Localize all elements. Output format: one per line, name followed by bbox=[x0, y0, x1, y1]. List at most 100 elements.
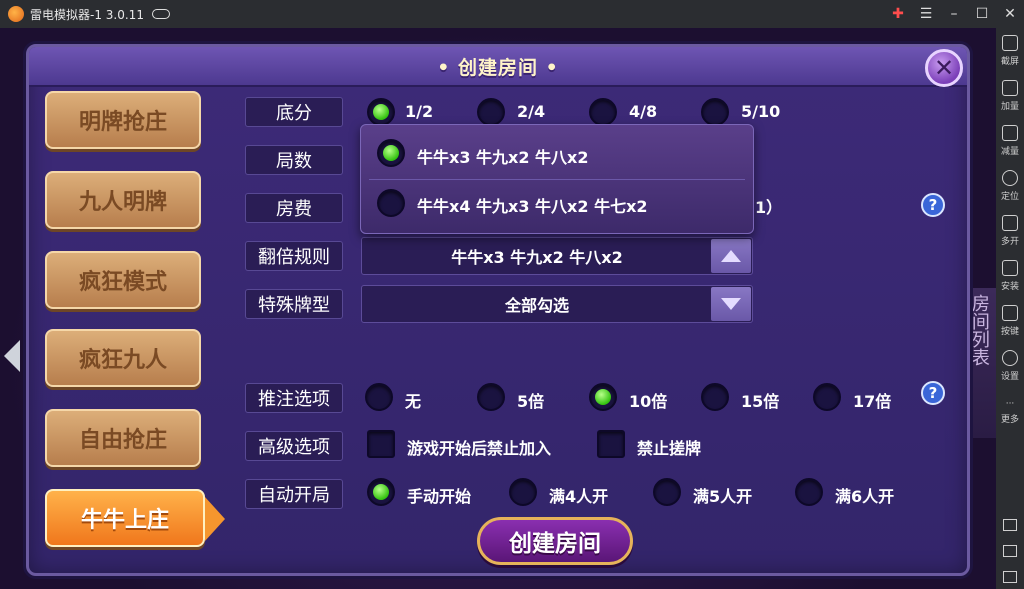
label-rounds: 局数 bbox=[245, 145, 343, 175]
mode-label: 疯狂模式 bbox=[78, 270, 167, 295]
checkbox-label: 禁止搓牌 bbox=[637, 439, 702, 458]
sidebar-label: 定位 bbox=[1000, 191, 1019, 202]
more-icon: ··· bbox=[1005, 399, 1015, 409]
radio-auto-5[interactable] bbox=[653, 478, 681, 506]
sidebar-item-keyboard[interactable]: 按键 bbox=[996, 298, 1024, 343]
emulator-titlebar: 雷电模拟器-1 3.0.11 ✚ ☰ – ☐ ✕ bbox=[0, 0, 1024, 28]
special-cards-select[interactable]: 全部勾选 bbox=[361, 285, 753, 323]
mode-button-jiuren[interactable]: 九人明牌 bbox=[45, 171, 201, 229]
menu-icon[interactable]: ☰ bbox=[912, 0, 940, 28]
multi-instance-icon bbox=[1002, 214, 1018, 231]
scissors-icon bbox=[1002, 34, 1018, 51]
label-auto-start: 自动开局 bbox=[245, 479, 343, 509]
sidebar-item-install[interactable]: 安装 bbox=[996, 253, 1024, 298]
close-window-icon[interactable]: ✕ bbox=[996, 0, 1024, 28]
sidebar-item-volume-up[interactable]: 加量 bbox=[996, 73, 1024, 118]
game-background: 房间列表 • 创建房间 • ✕ 明牌抢庄 九人明牌 疯狂模式 疯狂九人 自由抢庄… bbox=[0, 28, 996, 589]
window-controls: ✚ ☰ – ☐ ✕ bbox=[884, 0, 1024, 28]
radio-label: 1/2 bbox=[405, 102, 434, 121]
keyboard-icon bbox=[1002, 304, 1018, 321]
sidebar-item-volume-down[interactable]: 减量 bbox=[996, 118, 1024, 163]
maximize-icon[interactable]: ☐ bbox=[968, 0, 996, 28]
sidebar-label: 截屏 bbox=[1000, 56, 1019, 67]
chevron-down-icon[interactable] bbox=[711, 287, 751, 321]
radio-bet-17x[interactable] bbox=[813, 383, 841, 411]
mode-button-niuniu-shangzhuang[interactable]: 牛牛上庄 bbox=[45, 489, 225, 547]
radio-label: 满4人开 bbox=[549, 487, 609, 506]
volume-down-icon bbox=[1002, 124, 1018, 141]
radio-base-score-4[interactable] bbox=[701, 98, 729, 126]
create-room-label: 创建房间 bbox=[509, 531, 601, 557]
mode-label: 自由抢庄 bbox=[78, 428, 167, 453]
radio-label: 15倍 bbox=[741, 392, 780, 411]
sidebar-label: 安装 bbox=[1000, 281, 1019, 292]
sidebar-item-more[interactable]: ··· 更多 bbox=[996, 388, 1024, 433]
emulator-sidebar: 截屏 加量 减量 定位 多开 安装 按键 设置 ··· 更多 bbox=[996, 28, 1024, 589]
label-advanced: 高级选项 bbox=[245, 431, 343, 461]
sidebar-label: 加量 bbox=[1000, 101, 1019, 112]
mode-button-mingpai[interactable]: 明牌抢庄 bbox=[45, 91, 201, 149]
sidebar-item-location[interactable]: 定位 bbox=[996, 163, 1024, 208]
mode-button-ziyou[interactable]: 自由抢庄 bbox=[45, 409, 201, 467]
room-list-label: 房间列表 bbox=[968, 294, 990, 366]
mode-button-fengkuang-jiuren[interactable]: 疯狂九人 bbox=[45, 329, 201, 387]
gift-icon[interactable]: ✚ bbox=[884, 0, 912, 28]
radio-label: 满6人开 bbox=[835, 487, 895, 506]
window-title: 雷电模拟器-1 3.0.11 bbox=[30, 7, 144, 22]
radio-bet-10x[interactable] bbox=[589, 383, 617, 411]
sidebar-item-settings[interactable]: 设置 bbox=[996, 343, 1024, 388]
radio-label: 满5人开 bbox=[693, 487, 753, 506]
radio-label: 5/10 bbox=[741, 102, 781, 121]
radio-base-score-2[interactable] bbox=[477, 98, 505, 126]
mode-label: 牛牛上庄 bbox=[80, 508, 169, 533]
dialog-header: • 创建房间 • bbox=[29, 47, 967, 87]
home-icon[interactable] bbox=[1003, 545, 1017, 557]
radio-auto-4[interactable] bbox=[509, 478, 537, 506]
radio-bet-15x[interactable] bbox=[701, 383, 729, 411]
help-icon[interactable]: ? bbox=[921, 381, 945, 405]
label-bet-option: 推注选项 bbox=[245, 383, 343, 413]
settings-icon bbox=[1002, 349, 1018, 366]
radio-base-score-3[interactable] bbox=[589, 98, 617, 126]
dropdown-option-1[interactable]: 牛牛x3 牛九x2 牛八x2 bbox=[417, 144, 589, 168]
radio-label: 5倍 bbox=[517, 392, 545, 411]
radio-label: 10倍 bbox=[629, 392, 668, 411]
radio-label: 4/8 bbox=[629, 102, 658, 121]
radio-bet-none[interactable] bbox=[365, 383, 393, 411]
mode-label: 疯狂九人 bbox=[78, 348, 167, 373]
radio-auto-6[interactable] bbox=[795, 478, 823, 506]
checkbox-label: 游戏开始后禁止加入 bbox=[407, 439, 552, 458]
recent-apps-icon[interactable] bbox=[1003, 571, 1017, 583]
back-icon[interactable] bbox=[1003, 519, 1017, 531]
radio-label: 无 bbox=[405, 392, 422, 411]
radio-base-score-1[interactable] bbox=[367, 98, 395, 126]
room-fee-fragment: 1） bbox=[755, 198, 783, 217]
close-dialog-button[interactable]: ✕ bbox=[925, 49, 963, 87]
sidebar-item-multi[interactable]: 多开 bbox=[996, 208, 1024, 253]
dropdown-option-radio-2[interactable] bbox=[377, 189, 405, 217]
android-nav bbox=[1003, 519, 1017, 583]
dropdown-option-2[interactable]: 牛牛x4 牛九x3 牛八x2 牛七x2 bbox=[417, 193, 648, 217]
checkbox-no-card-rub[interactable] bbox=[597, 430, 625, 458]
sidebar-item-screenshot[interactable]: 截屏 bbox=[996, 28, 1024, 73]
checkbox-no-join-after-start[interactable] bbox=[367, 430, 395, 458]
radio-auto-manual[interactable] bbox=[367, 478, 395, 506]
mode-label: 九人明牌 bbox=[78, 190, 167, 215]
sidebar-label: 按键 bbox=[1000, 326, 1019, 337]
label-room-fee: 房费 bbox=[245, 193, 343, 223]
left-arrow-icon[interactable] bbox=[4, 340, 20, 372]
help-icon[interactable]: ? bbox=[921, 193, 945, 217]
divider bbox=[369, 179, 745, 180]
dropdown-option-radio-1[interactable] bbox=[377, 139, 405, 167]
radio-label: 手动开始 bbox=[407, 487, 472, 506]
radio-label: 17倍 bbox=[853, 392, 892, 411]
radio-bet-5x[interactable] bbox=[477, 383, 505, 411]
double-rule-select[interactable]: 牛牛x3 牛九x2 牛八x2 bbox=[361, 237, 753, 275]
create-room-button[interactable]: 创建房间 bbox=[477, 517, 633, 565]
chevron-up-icon[interactable] bbox=[711, 239, 751, 273]
sidebar-label: 减量 bbox=[1000, 146, 1019, 157]
minimize-icon[interactable]: – bbox=[940, 0, 968, 28]
sidebar-label: 更多 bbox=[1000, 415, 1019, 425]
gamepad-icon[interactable] bbox=[151, 9, 170, 19]
mode-button-fengkuang[interactable]: 疯狂模式 bbox=[45, 251, 201, 309]
